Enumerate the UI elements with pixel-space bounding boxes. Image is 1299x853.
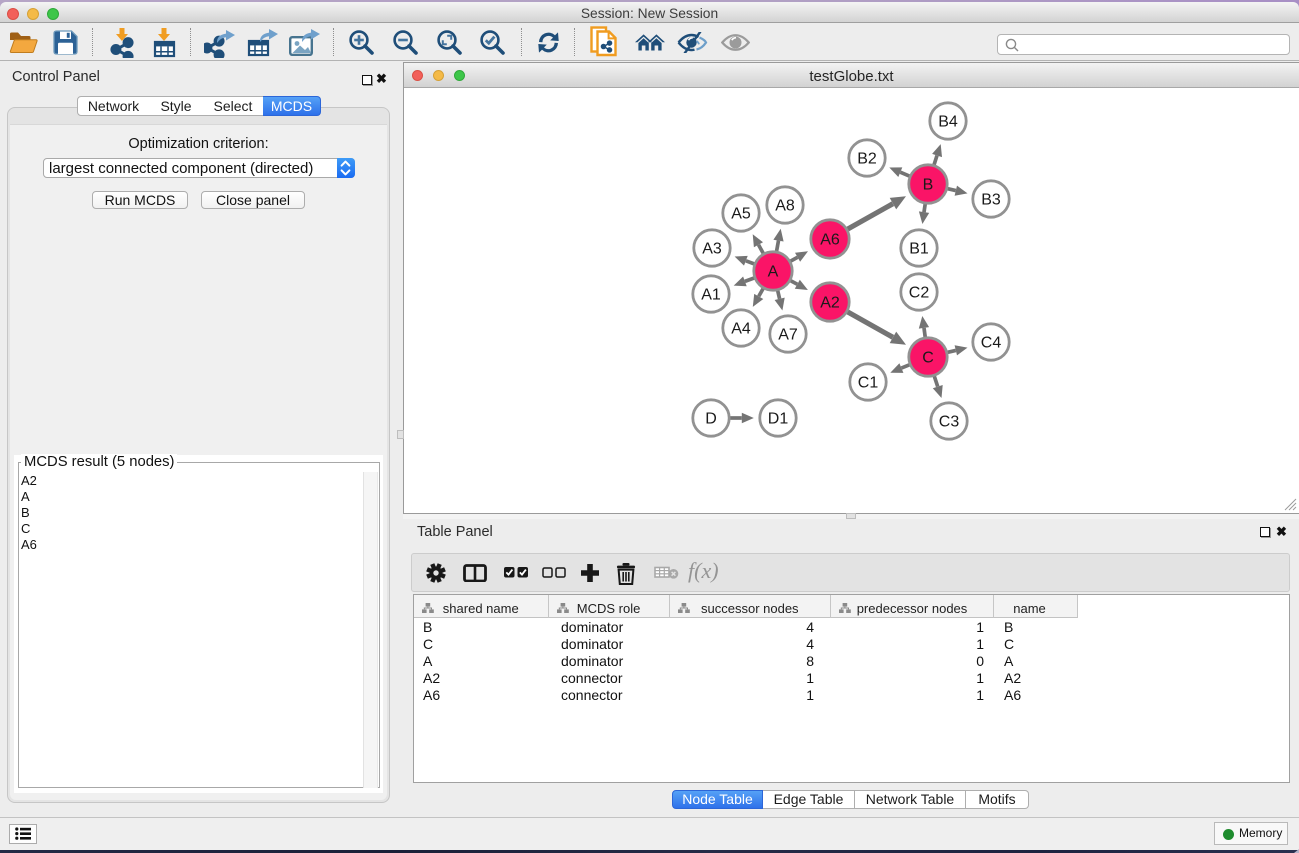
svg-text:C2: C2 <box>909 285 930 302</box>
svg-text:C4: C4 <box>981 335 1002 352</box>
svg-text:A8: A8 <box>775 198 795 215</box>
svg-text:B1: B1 <box>909 241 929 258</box>
svg-text:C: C <box>922 350 934 367</box>
svg-text:C1: C1 <box>858 375 879 392</box>
svg-text:A: A <box>768 264 779 281</box>
svg-text:B2: B2 <box>857 151 877 168</box>
svg-text:B3: B3 <box>981 192 1001 209</box>
svg-text:C3: C3 <box>939 414 960 431</box>
svg-text:D1: D1 <box>768 411 789 428</box>
svg-text:B: B <box>923 177 934 194</box>
svg-text:A7: A7 <box>778 327 798 344</box>
svg-text:A6: A6 <box>820 232 840 249</box>
svg-text:A3: A3 <box>702 241 722 258</box>
svg-text:A1: A1 <box>701 287 721 304</box>
svg-text:A2: A2 <box>820 295 840 312</box>
svg-text:B4: B4 <box>938 114 958 131</box>
svg-text:A4: A4 <box>731 321 751 338</box>
svg-text:A5: A5 <box>731 206 751 223</box>
svg-text:D: D <box>705 411 717 428</box>
